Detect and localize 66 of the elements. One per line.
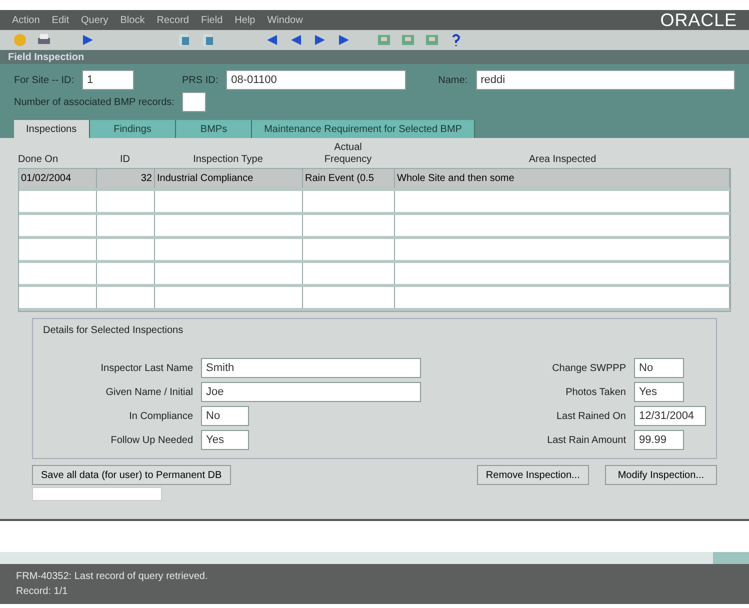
column-header: Actual Frequency	[323, 142, 373, 166]
field-label: Last Rain Amount	[547, 434, 626, 448]
detail-field[interactable]: 12/31/2004	[634, 406, 706, 426]
table-cell: 32	[97, 169, 155, 188]
remove-button[interactable]: Remove Inspection...	[476, 465, 589, 485]
records-icon[interactable]	[424, 32, 440, 48]
empty-row[interactable]	[19, 239, 730, 263]
empty-row[interactable]	[19, 215, 730, 239]
empty-row[interactable]	[19, 287, 730, 311]
field-label: Last Rained On	[556, 410, 626, 424]
detail-field[interactable]: No	[634, 358, 684, 378]
detail-field[interactable]: No	[201, 406, 249, 426]
field-label: Number of associated BMP records:	[14, 96, 174, 110]
field-label: Given Name / Initial	[104, 386, 193, 400]
input-field[interactable]	[32, 487, 162, 501]
records-icon[interactable]	[400, 32, 416, 48]
panel-title: Details for Selected Inspections	[43, 324, 184, 338]
detail-field[interactable]: Yes	[634, 382, 684, 402]
table-cell: Industrial Compliance	[155, 169, 303, 188]
column-header: Inspection Type	[192, 154, 264, 166]
detail-field[interactable]: Smith	[201, 358, 421, 378]
field-label: For Site -- ID:	[14, 74, 74, 88]
column-header: ID	[119, 154, 131, 166]
site-id-field[interactable]: 1	[82, 70, 134, 90]
tab[interactable]: Findings	[90, 120, 176, 138]
menu-item[interactable]: Record	[156, 12, 189, 28]
records-icon[interactable]	[376, 32, 392, 48]
menu-item[interactable]: Edit	[52, 12, 70, 28]
document-icon[interactable]	[176, 32, 192, 48]
table-cell: Whole Site and then some	[395, 169, 730, 188]
window-title: Field Inspection	[8, 50, 84, 64]
modify-button[interactable]: Modify Inspection...	[604, 465, 717, 485]
detail-field[interactable]: Yes	[201, 430, 249, 450]
record-count: Record: 1/1	[16, 585, 69, 599]
detail-field[interactable]: 99.99	[634, 430, 684, 450]
field-label: In Compliance	[128, 410, 193, 424]
name-field[interactable]: reddi	[476, 70, 735, 90]
menu-item[interactable]: Window	[267, 12, 303, 28]
empty-row[interactable]	[19, 191, 730, 215]
table-row[interactable]: 01/02/2004 32 Industrial Compliance Rain Event (0.5 Whole Site and then some	[19, 169, 730, 191]
detail-field[interactable]: Joe	[201, 382, 421, 402]
tab[interactable]: BMPs	[176, 120, 252, 138]
field-label: Inspector Last Name	[100, 362, 193, 376]
brand-logo: ORACLE	[660, 8, 737, 32]
status-message: FRM-40352: Last record of query retrieved.	[16, 570, 209, 584]
tab[interactable]: Inspections	[14, 120, 90, 138]
menu-item[interactable]: Query	[81, 12, 108, 28]
field-label: PRS ID:	[182, 74, 218, 88]
column-header: Done On	[18, 154, 60, 166]
field-label: Photos Taken	[564, 386, 626, 400]
menu-item[interactable]: Help	[234, 12, 256, 28]
empty-row[interactable]	[19, 263, 730, 287]
column-header: Area Inspected	[528, 154, 598, 166]
bmp-count-field[interactable]	[182, 92, 206, 112]
field-label: Change SWPPP	[551, 362, 626, 376]
menu-item[interactable]: Field	[200, 12, 223, 28]
tab[interactable]: Maintenance Requirement for Selected BMP	[252, 120, 475, 138]
save-button[interactable]: Save all data (for user) to Permanent DB	[32, 465, 231, 485]
menu-item[interactable]: Action	[12, 12, 40, 28]
field-label: Name:	[438, 74, 468, 88]
table-cell: 01/02/2004	[19, 169, 97, 188]
document-icon[interactable]	[200, 32, 216, 48]
table-cell: Rain Event (0.5	[303, 169, 395, 188]
field-label: Follow Up Needed	[110, 434, 193, 448]
prs-id-field[interactable]: 08-01100	[226, 70, 406, 90]
menu-item[interactable]: Block	[120, 12, 145, 28]
